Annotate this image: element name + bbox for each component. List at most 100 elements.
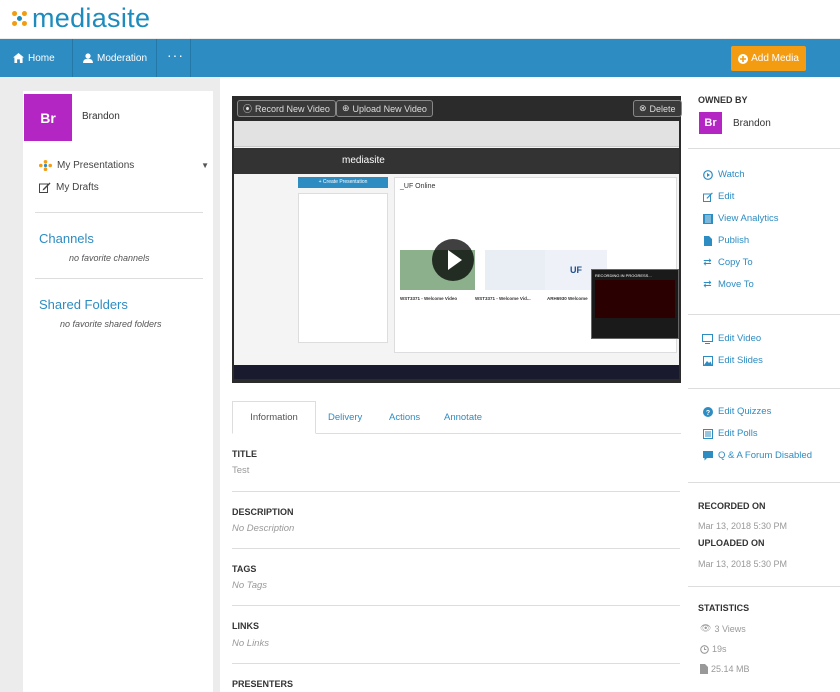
analytics-icon bbox=[702, 213, 713, 224]
presentations-dots-icon bbox=[39, 160, 52, 171]
divider bbox=[232, 663, 680, 664]
title-label: TITLE bbox=[232, 449, 257, 459]
views-stat: 👁 3 Views bbox=[700, 623, 746, 634]
mediasite-logo[interactable]: mediasite bbox=[10, 3, 150, 34]
thumbnail-title: _UF Online bbox=[400, 183, 436, 190]
edit-link[interactable]: Edit bbox=[702, 191, 734, 202]
uploaded-on-label: UPLOADED ON bbox=[698, 538, 765, 548]
thumbnail-brand: mediasite bbox=[342, 155, 385, 166]
upload-new-video-button[interactable]: ⊕ Upload New Video bbox=[336, 100, 433, 117]
clock-icon bbox=[700, 644, 709, 654]
edit-polls-link[interactable]: Edit Polls bbox=[702, 428, 758, 439]
thumbnail-browser-chrome bbox=[234, 121, 679, 147]
chat-icon bbox=[702, 450, 713, 461]
channels-heading[interactable]: Channels bbox=[39, 231, 94, 246]
channels-empty-text: no favorite channels bbox=[69, 253, 150, 263]
top-navbar: Home Moderation ··· bbox=[0, 36, 840, 104]
thumbnail-video-2: WST3371 - Welcome Vid... bbox=[475, 296, 531, 301]
thumbnail-taskbar bbox=[234, 365, 679, 379]
watch-link[interactable]: Watch bbox=[702, 169, 745, 180]
thumbnail-recorder-panel bbox=[595, 280, 675, 318]
thumbnail-recorder-window: RECORDING IN PROGRESS... bbox=[591, 269, 679, 339]
tab-actions[interactable]: Actions bbox=[389, 401, 420, 434]
delete-label: Delete bbox=[649, 103, 676, 114]
video-thumbnail[interactable]: mediasite + Create Presentation _UF Onli… bbox=[234, 121, 679, 379]
draft-edit-icon bbox=[39, 182, 51, 193]
user-name: Brandon bbox=[82, 111, 120, 122]
left-sidebar: Br Brandon My Presentations ▼ My Drafts … bbox=[23, 91, 213, 692]
description-value: No Description bbox=[232, 523, 295, 534]
list-icon bbox=[702, 428, 713, 439]
publish-link[interactable]: Publish bbox=[702, 235, 749, 246]
file-icon bbox=[700, 664, 708, 674]
sidebar-item-label: My Drafts bbox=[56, 182, 99, 193]
tags-value: No Tags bbox=[232, 580, 268, 591]
description-label: DESCRIPTION bbox=[232, 507, 294, 517]
record-new-video-button[interactable]: ⦿ Record New Video bbox=[237, 100, 336, 117]
divider bbox=[688, 148, 840, 149]
shared-folders-heading[interactable]: Shared Folders bbox=[39, 297, 128, 312]
edit-icon bbox=[702, 191, 713, 202]
divider bbox=[232, 491, 680, 492]
duration-value: 19s bbox=[712, 644, 727, 654]
tags-label: TAGS bbox=[232, 564, 257, 574]
logo-text: mediasite bbox=[32, 3, 151, 33]
question-icon: ? bbox=[702, 406, 713, 417]
tab-information[interactable]: Information bbox=[232, 401, 316, 434]
svg-text:?: ? bbox=[705, 410, 709, 417]
logo-dots-icon bbox=[6, 5, 33, 32]
edit-video-label: Edit Video bbox=[718, 333, 762, 344]
home-icon bbox=[13, 53, 24, 63]
avatar: Br bbox=[24, 94, 72, 141]
edit-polls-label: Edit Polls bbox=[718, 428, 758, 439]
thumbnail-card-image bbox=[485, 250, 545, 290]
sidebar-item-my-drafts[interactable]: My Drafts bbox=[39, 182, 99, 193]
qa-forum-link[interactable]: Q & A Forum Disabled bbox=[702, 450, 812, 461]
watch-label: Watch bbox=[718, 169, 745, 180]
publish-icon bbox=[702, 235, 713, 246]
nav-divider bbox=[156, 39, 157, 77]
tab-delivery[interactable]: Delivery bbox=[328, 401, 362, 434]
thumbnail-create-button: + Create Presentation bbox=[298, 177, 388, 188]
add-media-button[interactable]: Add Media bbox=[731, 46, 806, 71]
chevron-down-icon[interactable]: ▼ bbox=[201, 161, 209, 170]
copy-to-link[interactable]: ⇄ Copy To bbox=[702, 257, 753, 268]
detail-tabs: Information Delivery Actions Annotate bbox=[232, 401, 681, 434]
record-icon: ⦿ bbox=[243, 104, 253, 114]
image-icon bbox=[702, 355, 713, 366]
right-panel: OWNED BY Br Brandon Watch Edit View Anal… bbox=[688, 77, 840, 692]
divider bbox=[688, 482, 840, 483]
plus-circle-icon bbox=[738, 53, 749, 64]
shared-folders-empty-text: no favorite shared folders bbox=[60, 319, 162, 329]
swap-arrows-icon: ⇄ bbox=[703, 279, 712, 290]
sidebar-item-my-presentations[interactable]: My Presentations ▼ bbox=[39, 160, 209, 171]
edit-slides-link[interactable]: Edit Slides bbox=[702, 355, 763, 366]
thumbnail-video-3: ARH6930 Welcome bbox=[547, 296, 588, 301]
recorded-on-label: RECORDED ON bbox=[698, 501, 766, 511]
sidebar-item-label: My Presentations bbox=[57, 160, 135, 171]
edit-quizzes-link[interactable]: ? Edit Quizzes bbox=[702, 406, 771, 417]
monitor-icon bbox=[702, 333, 713, 344]
owner-avatar: Br bbox=[699, 112, 722, 134]
delete-icon: ⊗ bbox=[639, 103, 647, 113]
edit-label: Edit bbox=[718, 191, 735, 202]
tab-annotate[interactable]: Annotate bbox=[444, 401, 482, 434]
thumbnail-video-1: WST3371 - Welcome Video bbox=[400, 296, 458, 301]
thumbnail-sidebar bbox=[298, 193, 388, 343]
view-analytics-label: View Analytics bbox=[718, 213, 779, 224]
edit-video-link[interactable]: Edit Video bbox=[702, 333, 761, 344]
nav-more-button[interactable]: ··· bbox=[167, 36, 184, 74]
delete-button[interactable]: ⊗ Delete bbox=[633, 100, 682, 117]
video-player: ⦿ Record New Video ⊕ Upload New Video ⊗ … bbox=[232, 96, 682, 383]
divider bbox=[232, 548, 680, 549]
thumbnail-recording-text: RECORDING IN PROGRESS... bbox=[595, 273, 652, 278]
view-analytics-link[interactable]: View Analytics bbox=[702, 213, 779, 224]
nav-moderation-label: Moderation bbox=[97, 52, 148, 64]
move-to-link[interactable]: ⇄ Move To bbox=[702, 279, 753, 290]
nav-moderation[interactable]: Moderation bbox=[83, 39, 147, 77]
copy-to-label: Copy To bbox=[718, 257, 753, 268]
publish-label: Publish bbox=[718, 235, 750, 246]
play-icon[interactable] bbox=[432, 239, 474, 281]
nav-home[interactable]: Home bbox=[13, 39, 55, 77]
recorded-on-value: Mar 13, 2018 5:30 PM bbox=[698, 521, 788, 531]
